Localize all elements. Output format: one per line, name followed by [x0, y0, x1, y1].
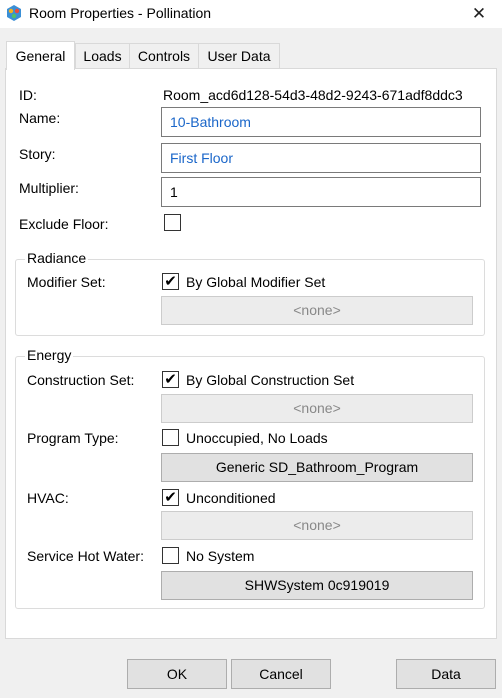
tab-controls-label: Controls: [137, 48, 191, 64]
service-hot-water-checkbox-label: No System: [186, 548, 255, 564]
modifier-set-label: Modifier Set:: [27, 274, 106, 290]
construction-set-checkbox-label: By Global Construction Set: [186, 372, 355, 388]
tab-controls[interactable]: Controls: [129, 43, 199, 68]
close-icon: ✕: [471, 4, 487, 23]
modifier-set-button[interactable]: <none>: [161, 296, 473, 325]
multiplier-label: Multiplier:: [19, 180, 79, 196]
hvac-checkbox-label: Unconditioned: [186, 490, 276, 506]
close-button[interactable]: ✕: [456, 0, 502, 28]
title-bar: Room Properties - Pollination ✕: [0, 0, 502, 28]
tab-general[interactable]: General: [6, 41, 75, 70]
multiplier-field[interactable]: [161, 177, 481, 207]
service-hot-water-checkbox[interactable]: [162, 547, 179, 564]
program-type-checkbox-label: Unoccupied, No Loads: [186, 430, 328, 446]
construction-set-button[interactable]: <none>: [161, 394, 473, 423]
exclude-floor-checkbox[interactable]: [164, 214, 181, 231]
tab-user-data-label: User Data: [207, 48, 271, 64]
tab-user-data[interactable]: User Data: [198, 43, 280, 68]
story-field[interactable]: [161, 143, 481, 173]
radiance-group-title: Radiance: [25, 250, 89, 266]
id-value: Room_acd6d128-54d3-48d2-9243-671adf8ddc3: [163, 87, 463, 103]
modifier-set-checkbox[interactable]: ✔: [162, 273, 179, 290]
hvac-label: HVAC:: [27, 490, 69, 506]
program-type-checkbox[interactable]: [162, 429, 179, 446]
exclude-floor-label: Exclude Floor:: [19, 216, 109, 232]
name-field[interactable]: [161, 107, 481, 137]
check-icon: ✔: [164, 489, 177, 506]
check-icon: ✔: [164, 371, 177, 388]
window-title: Room Properties - Pollination: [29, 5, 212, 21]
hvac-checkbox[interactable]: ✔: [162, 489, 179, 506]
check-icon: ✔: [164, 273, 177, 290]
service-hot-water-label: Service Hot Water:: [27, 548, 144, 564]
pollination-logo-icon: [6, 5, 22, 21]
room-properties-window: Room Properties - Pollination ✕ General …: [0, 0, 502, 698]
modifier-set-checkbox-label: By Global Modifier Set: [186, 274, 326, 290]
data-button[interactable]: Data: [396, 659, 496, 689]
cancel-button[interactable]: Cancel: [231, 659, 331, 689]
construction-set-label: Construction Set:: [27, 372, 135, 388]
program-type-label: Program Type:: [27, 430, 119, 446]
service-hot-water-button[interactable]: SHWSystem 0c919019: [161, 571, 473, 600]
energy-group-title: Energy: [25, 347, 74, 363]
id-label: ID:: [19, 87, 37, 103]
ok-button[interactable]: OK: [127, 659, 227, 689]
story-label: Story:: [19, 146, 56, 162]
tab-loads[interactable]: Loads: [75, 43, 130, 68]
tab-loads-label: Loads: [83, 48, 122, 64]
hvac-button[interactable]: <none>: [161, 511, 473, 540]
name-label: Name:: [19, 110, 61, 126]
program-type-button[interactable]: Generic SD_Bathroom_Program: [161, 453, 473, 482]
tab-general-label: General: [15, 48, 66, 64]
construction-set-checkbox[interactable]: ✔: [162, 371, 179, 388]
